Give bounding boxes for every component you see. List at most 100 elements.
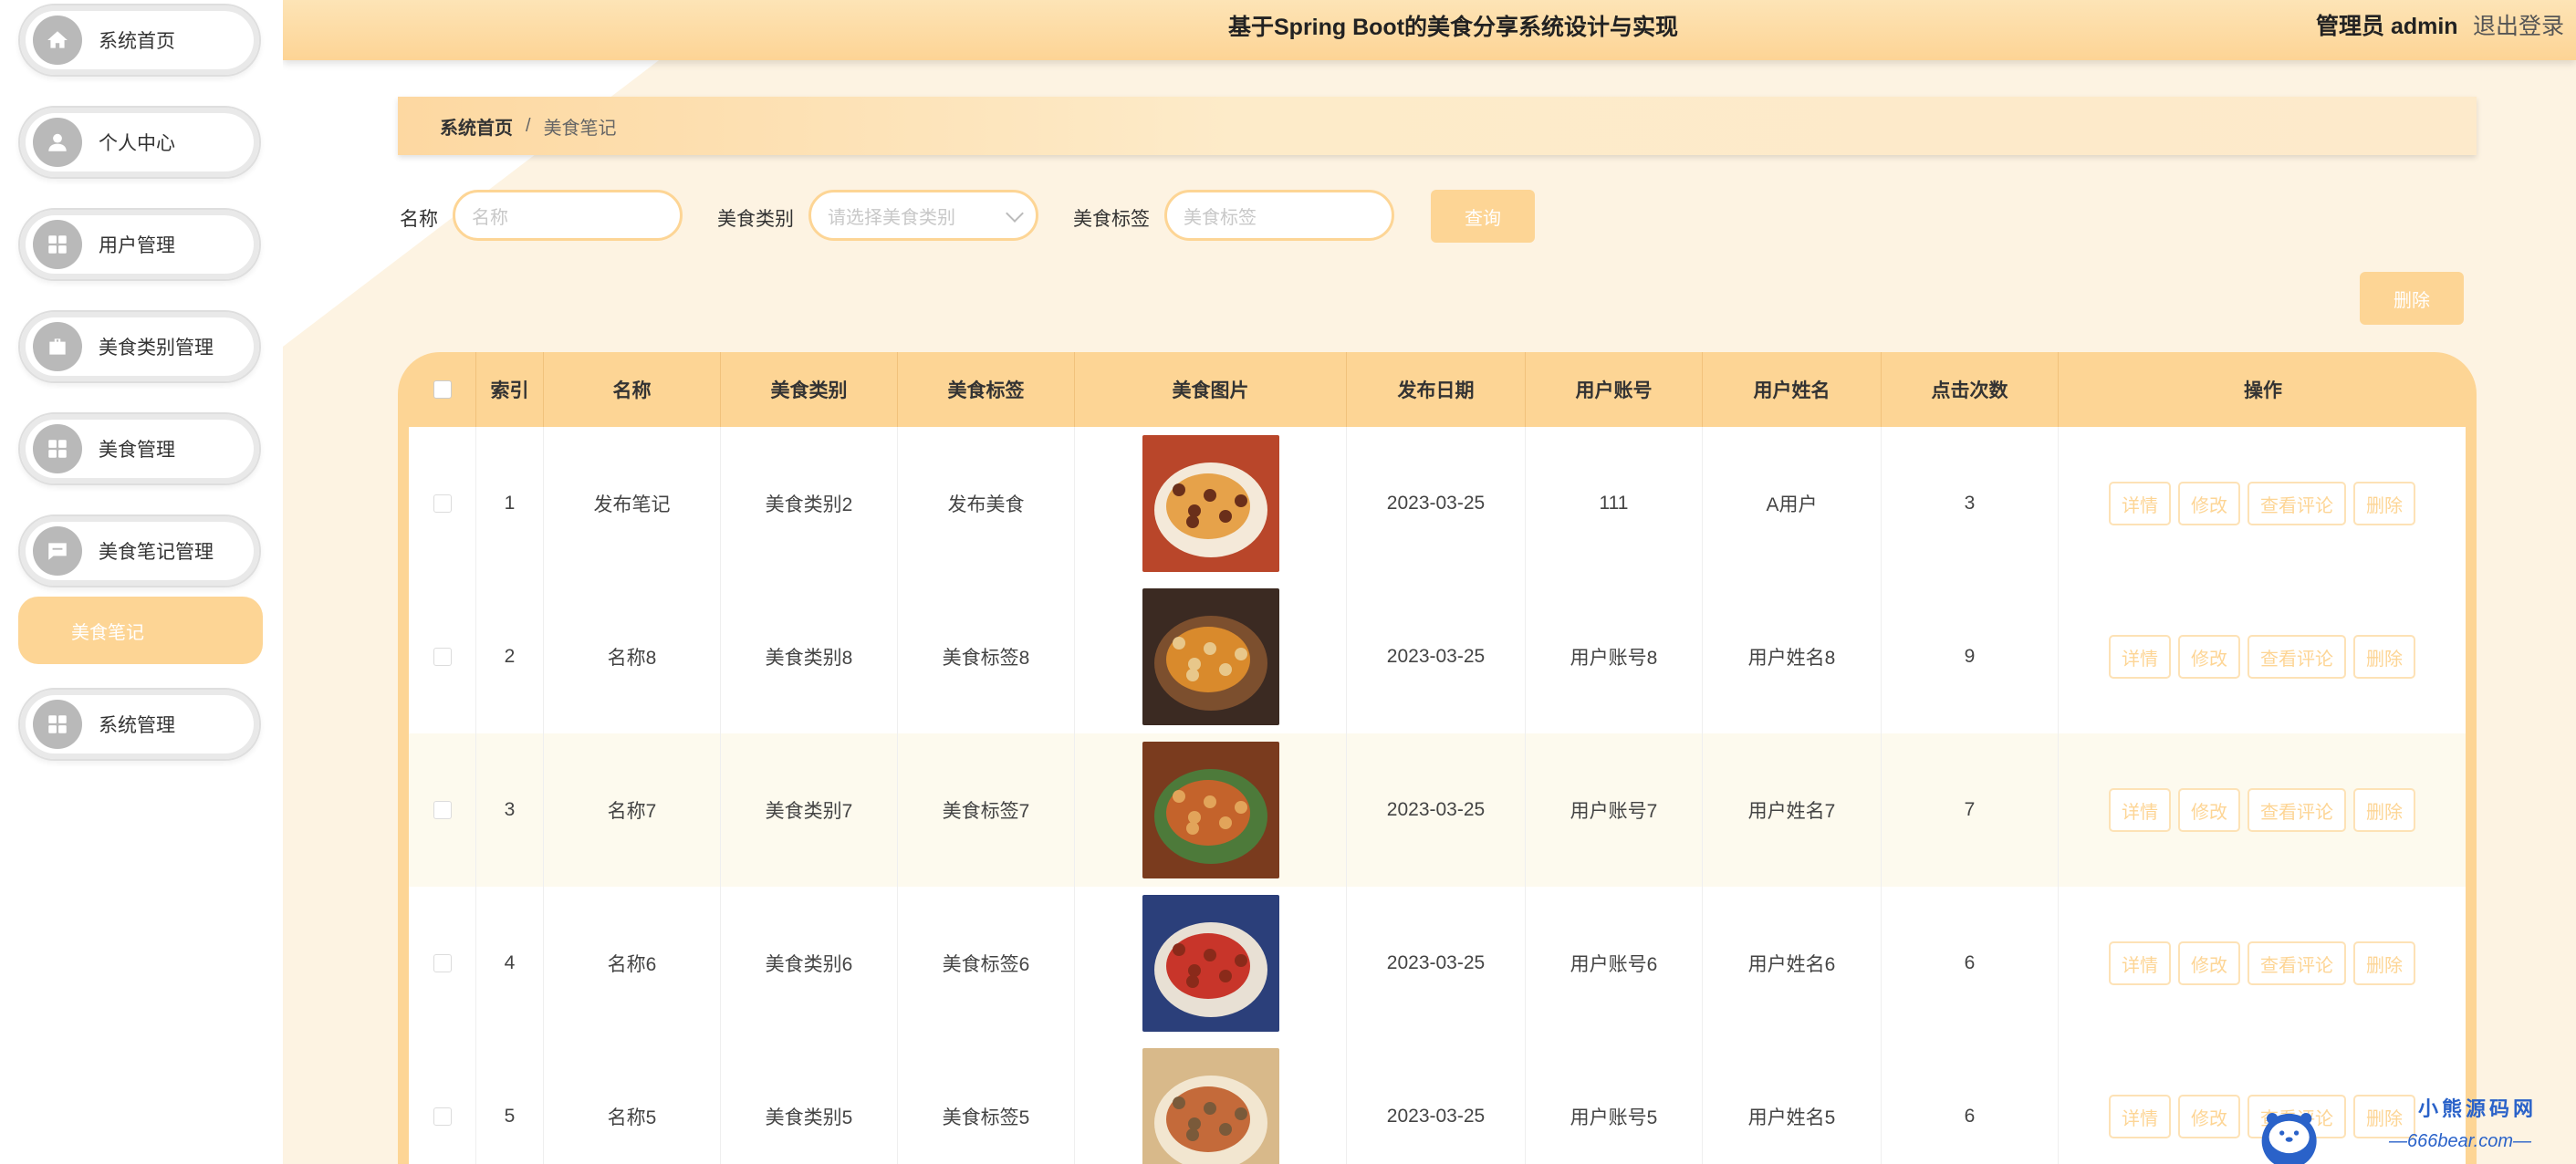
name-input-placeholder: 名称 (472, 207, 508, 228)
header-date: 发布日期 (1347, 352, 1526, 427)
sidebar-item-label: 系统首页 (99, 31, 175, 52)
view-comments-button[interactable]: 查看评论 (2247, 788, 2346, 832)
edit-button[interactable]: 修改 (2178, 1095, 2240, 1138)
edit-button[interactable]: 修改 (2178, 635, 2240, 679)
cell-category: 美食类别6 (721, 887, 898, 1040)
row-select-cell (409, 427, 476, 580)
briefcase-icon (33, 322, 82, 371)
logout-link[interactable]: 退出登录 (2473, 8, 2564, 41)
cell-date: 2023-03-25 (1347, 887, 1526, 1040)
cell-clicks: 6 (1882, 1040, 2059, 1164)
cell-name: 名称6 (544, 887, 721, 1040)
search-button[interactable]: 查询 (1431, 190, 1535, 243)
cell-index: 5 (476, 1040, 544, 1164)
sidebar-item-food[interactable]: 美食管理 (18, 412, 261, 485)
delete-button[interactable]: 删除 (2353, 482, 2415, 525)
cell-tag: 发布美食 (898, 427, 1075, 580)
delete-button[interactable]: 删除 (2353, 788, 2415, 832)
edit-button[interactable]: 修改 (2178, 941, 2240, 985)
cell-date: 2023-03-25 (1347, 580, 1526, 733)
category-select[interactable]: 请选择美食类别 (808, 190, 1038, 241)
delete-selected-button[interactable]: 删除 (2360, 272, 2464, 325)
sidebar-item-food-notes[interactable]: 美食笔记管理 (18, 514, 261, 587)
cell-username: 用户姓名5 (1703, 1040, 1882, 1164)
watermark-title: 小熊源码网 (2418, 1097, 2538, 1120)
cell-category: 美食类别2 (721, 427, 898, 580)
food-image (1142, 435, 1279, 572)
cell-account: 用户账号5 (1526, 1040, 1703, 1164)
breadcrumb-home[interactable]: 系统首页 (440, 113, 513, 140)
sidebar-subitem-food-notes[interactable]: 美食笔记 (18, 597, 263, 664)
sidebar: 系统首页 个人中心 用户管理 美食类别管理 美食管理 美食笔记管理 美食笔记 系… (0, 0, 283, 1164)
sidebar-item-system[interactable]: 系统管理 (18, 688, 261, 761)
tag-input-placeholder: 美食标签 (1184, 207, 1257, 228)
row-select-cell (409, 887, 476, 1040)
cell-name: 名称5 (544, 1040, 721, 1164)
view-comments-button[interactable]: 查看评论 (2247, 482, 2346, 525)
row-checkbox[interactable] (433, 494, 452, 513)
cell-name: 名称7 (544, 733, 721, 887)
cell-name: 发布笔记 (544, 427, 721, 580)
home-icon (33, 16, 82, 65)
row-checkbox[interactable] (433, 648, 452, 666)
sidebar-item-profile[interactable]: 个人中心 (18, 106, 261, 179)
header-actions: 操作 (2244, 380, 2282, 401)
cell-clicks: 7 (1882, 733, 2059, 887)
row-select-cell (409, 1040, 476, 1164)
table-header: 索引 名称 美食类别 美食标签 美食图片 发布日期 用户账号 用户姓名 点击次数… (398, 352, 2477, 427)
name-filter-label: 名称 (400, 209, 438, 230)
header-category: 美食类别 (721, 352, 898, 427)
delete-button[interactable]: 删除 (2353, 941, 2415, 985)
row-actions-cell: 详情修改查看评论删除 (2059, 580, 2466, 733)
table-row: 4 名称6 美食类别6 美食标签6 2023-03-25 用户账号6 用户姓名6 6 详情 修改查… (409, 887, 2466, 1041)
row-checkbox[interactable] (433, 1107, 452, 1126)
select-all-checkbox[interactable] (433, 380, 452, 399)
sidebar-item-label: 美食管理 (99, 440, 175, 461)
edit-button[interactable]: 修改 (2178, 788, 2240, 832)
row-checkbox[interactable] (433, 801, 452, 819)
header-name: 名称 (544, 352, 721, 427)
header-tag: 美食标签 (898, 352, 1075, 427)
detail-button[interactable]: 详情 (2109, 941, 2171, 985)
food-image-cell (1075, 887, 1347, 1040)
food-image-cell (1075, 580, 1347, 733)
name-input[interactable]: 名称 (453, 190, 683, 241)
detail-button[interactable]: 详情 (2109, 635, 2171, 679)
sidebar-item-food-category[interactable]: 美食类别管理 (18, 310, 261, 383)
cell-index: 2 (476, 580, 544, 733)
row-actions: 详情修改查看评论删除 (2109, 635, 2415, 679)
cell-tag: 美食标签7 (898, 733, 1075, 887)
detail-button[interactable]: 详情 (2109, 482, 2171, 525)
cell-clicks: 6 (1882, 887, 2059, 1040)
cell-category: 美食类别7 (721, 733, 898, 887)
header-select-all (409, 352, 476, 427)
row-actions: 详情修改查看评论删除 (2109, 941, 2415, 985)
header-index: 索引 (476, 352, 544, 427)
sidebar-item-users[interactable]: 用户管理 (18, 208, 261, 281)
header-username: 用户姓名 (1703, 352, 1882, 427)
row-select-cell (409, 580, 476, 733)
header-clicks: 点击次数 (1882, 352, 2059, 427)
cell-account: 用户账号7 (1526, 733, 1703, 887)
cell-account: 111 (1526, 427, 1703, 580)
view-comments-button[interactable]: 查看评论 (2247, 635, 2346, 679)
row-actions: 详情修改查看评论删除 (2109, 788, 2415, 832)
tag-input[interactable]: 美食标签 (1164, 190, 1394, 241)
view-comments-button[interactable]: 查看评论 (2247, 941, 2346, 985)
header-account: 用户账号 (1526, 352, 1703, 427)
cell-index: 3 (476, 733, 544, 887)
cell-account: 用户账号8 (1526, 580, 1703, 733)
sidebar-item-home[interactable]: 系统首页 (18, 4, 261, 77)
edit-button[interactable]: 修改 (2178, 482, 2240, 525)
cell-index: 1 (476, 427, 544, 580)
delete-button[interactable]: 删除 (2353, 635, 2415, 679)
row-checkbox[interactable] (433, 954, 452, 972)
notes-table: 索引 名称 美食类别 美食标签 美食图片 发布日期 用户账号 用户姓名 点击次数… (398, 352, 2477, 1164)
watermark-url: —666bear.com— (2389, 1131, 2531, 1151)
detail-button[interactable]: 详情 (2109, 1095, 2171, 1138)
cell-category: 美食类别5 (721, 1040, 898, 1164)
food-image (1142, 588, 1279, 725)
cell-date: 2023-03-25 (1347, 733, 1526, 887)
user-icon (33, 118, 82, 167)
detail-button[interactable]: 详情 (2109, 788, 2171, 832)
